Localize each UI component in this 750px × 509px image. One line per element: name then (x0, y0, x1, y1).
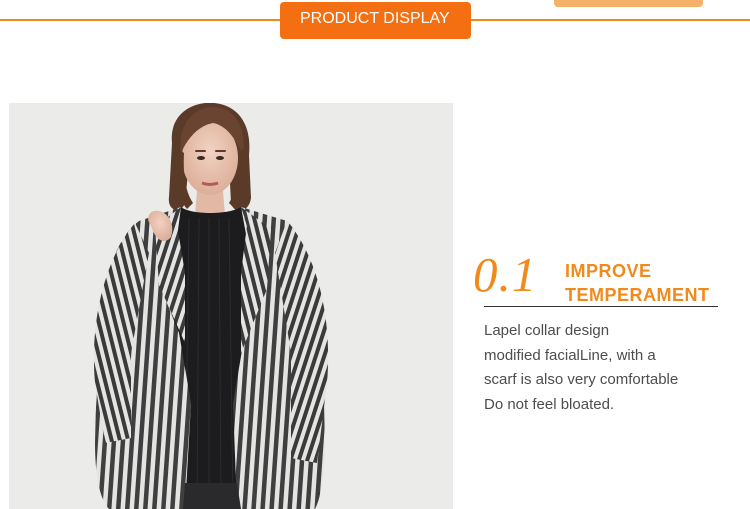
product-photo (9, 103, 453, 509)
feature-title-line-2: TEMPERAMENT (565, 285, 710, 305)
feature-description-line-1: Lapel collar design (484, 322, 610, 339)
feature-title: IMPROVE TEMPERAMENT (565, 259, 740, 307)
feature-description: Lapel collar design modified facialLine,… (484, 319, 724, 417)
section-title-text: PRODUCT DISPLAY (300, 10, 450, 27)
feature-title-line-1: IMPROVE (565, 261, 652, 281)
feature-description-line-4: Do not feel bloated. (484, 395, 615, 413)
header-top-tab (554, 0, 703, 7)
feature-description-line-3: scarf is also very comfortable (484, 371, 679, 388)
feature-description-line-2: modified facialLine, with a (484, 346, 656, 364)
feature-divider (484, 306, 718, 307)
section-title-pill: PRODUCT DISPLAY (280, 2, 471, 39)
feature-number: 0.1 (473, 247, 538, 302)
